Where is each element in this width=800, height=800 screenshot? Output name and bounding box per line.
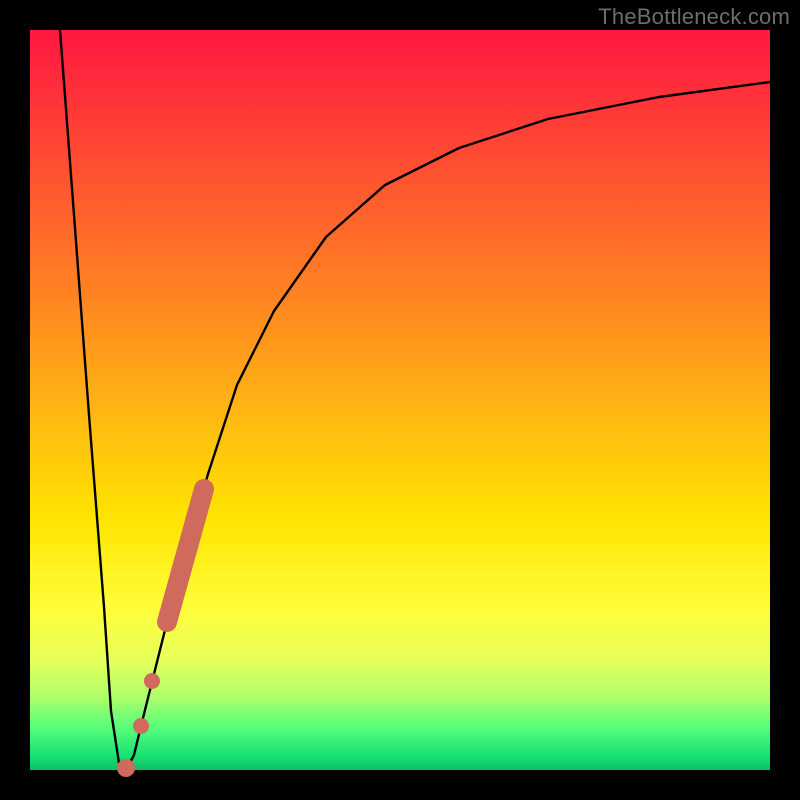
highlight-dot-b <box>133 718 149 734</box>
highlight-dot-c <box>117 759 135 777</box>
bottleneck-curve <box>60 30 770 770</box>
plot-area <box>30 30 770 770</box>
highlight-segment-upper <box>167 489 204 622</box>
chart-svg <box>30 30 770 770</box>
chart-frame: TheBottleneck.com <box>0 0 800 800</box>
watermark-text: TheBottleneck.com <box>598 4 790 30</box>
highlight-dot-a <box>144 673 160 689</box>
